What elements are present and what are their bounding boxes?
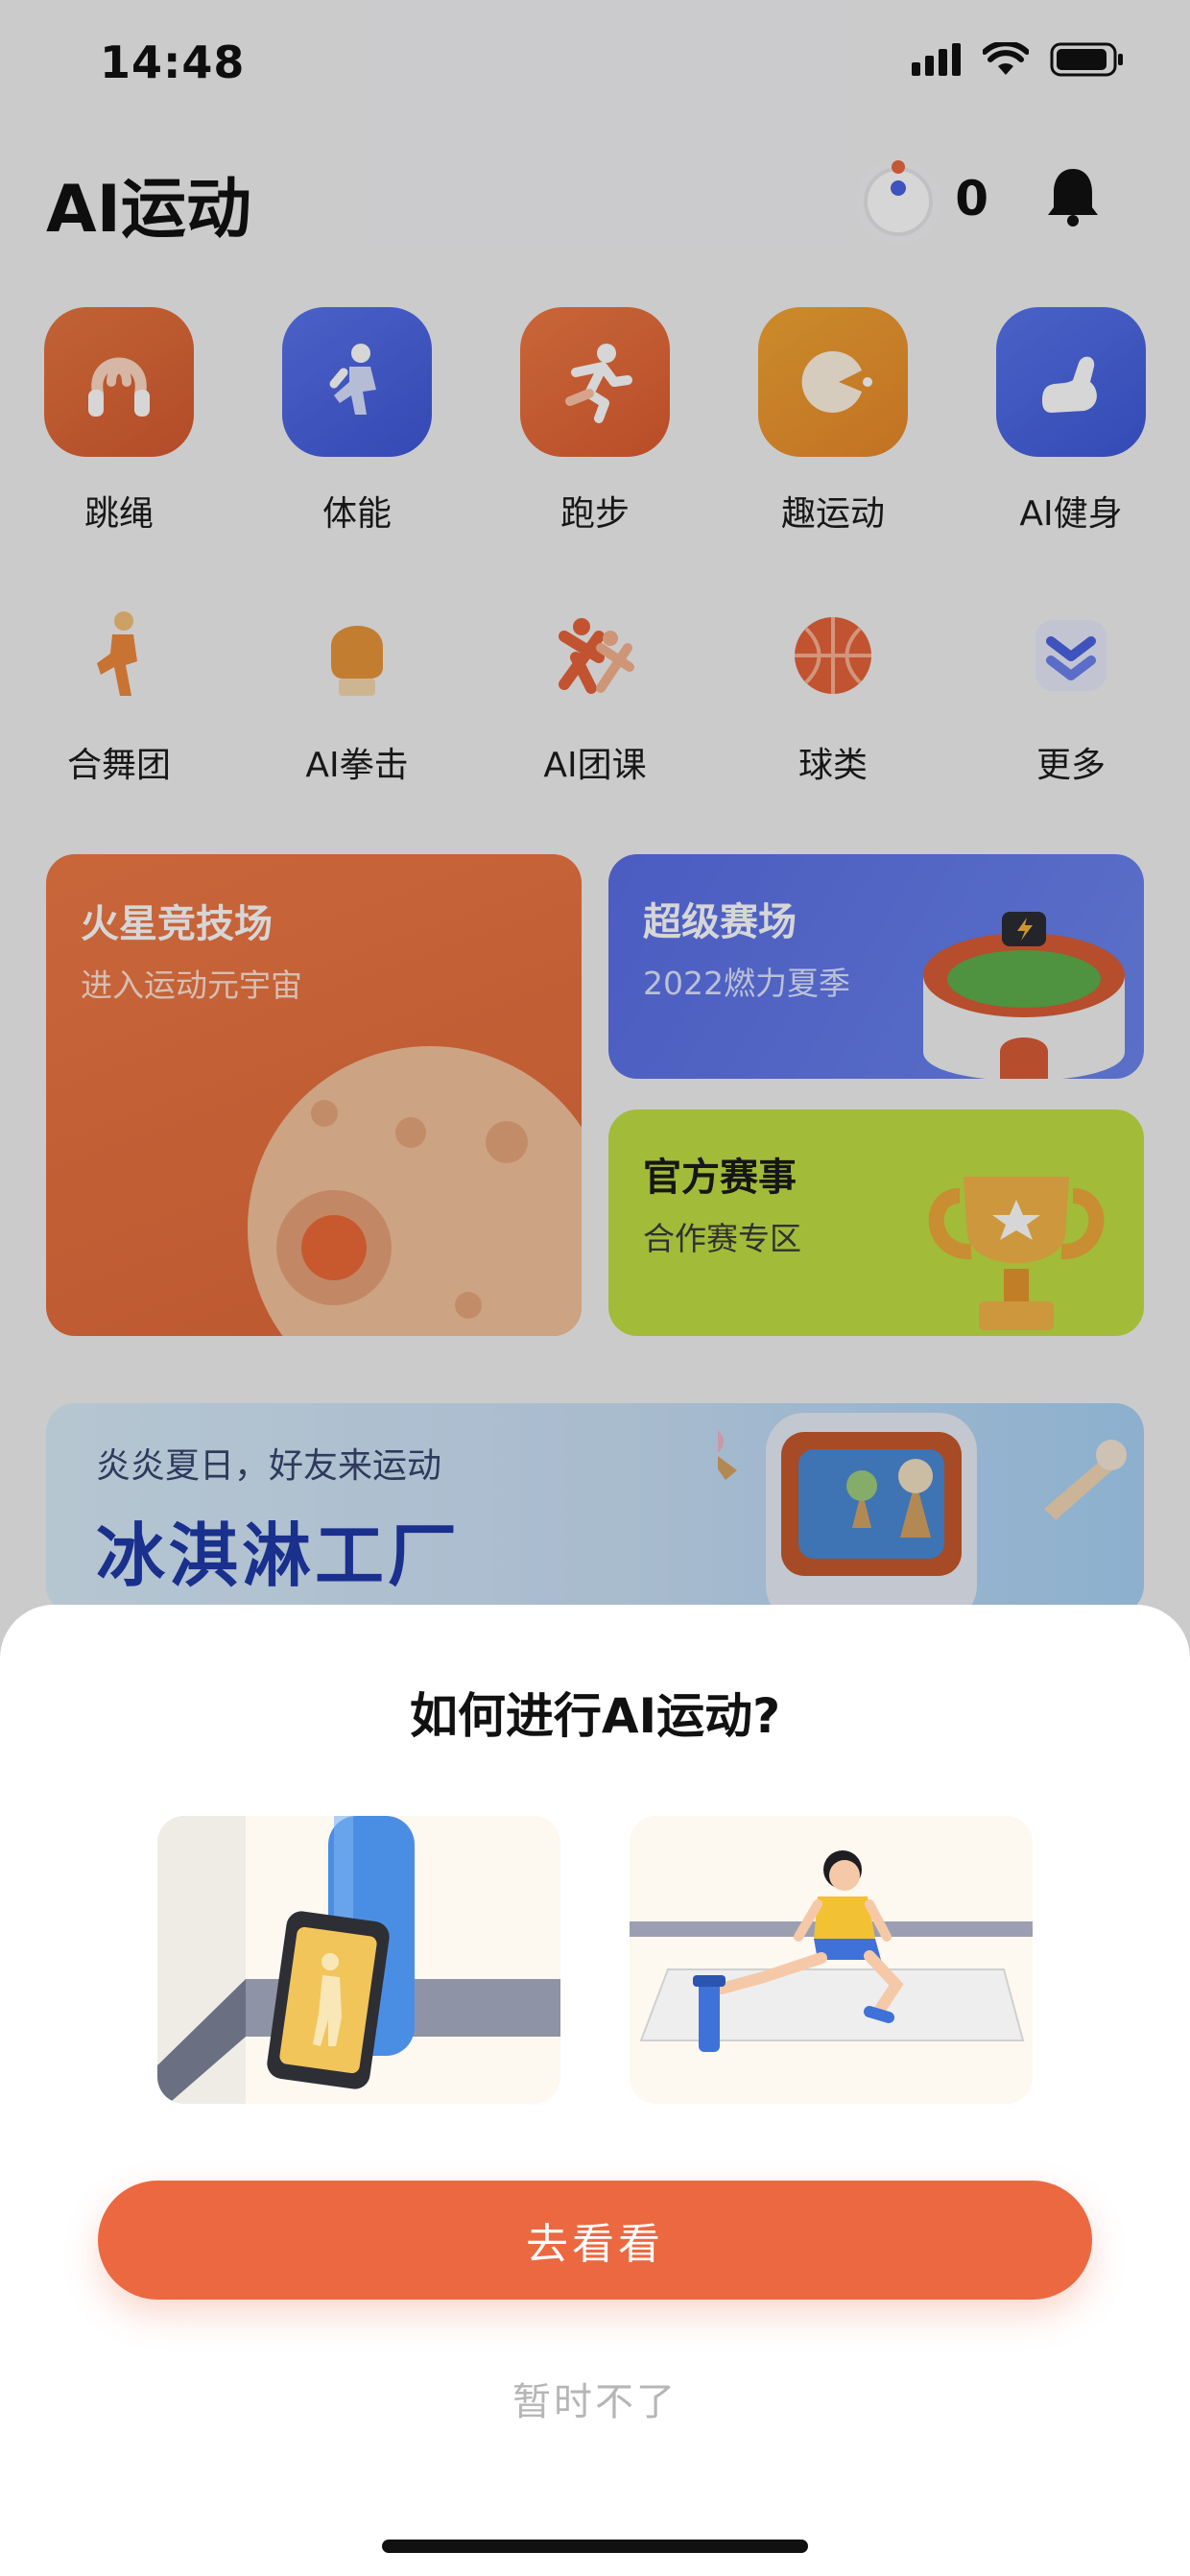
phone-placement-illustration: [157, 1816, 560, 2104]
not-now-button[interactable]: 暂时不了: [0, 2371, 1190, 2426]
home-indicator[interactable]: [382, 2540, 808, 2553]
stretching-person-illustration: [630, 1816, 1033, 2104]
go-see-button[interactable]: 去看看: [98, 2181, 1092, 2300]
sheet-title: 如何进行AI运动?: [409, 1688, 781, 1744]
